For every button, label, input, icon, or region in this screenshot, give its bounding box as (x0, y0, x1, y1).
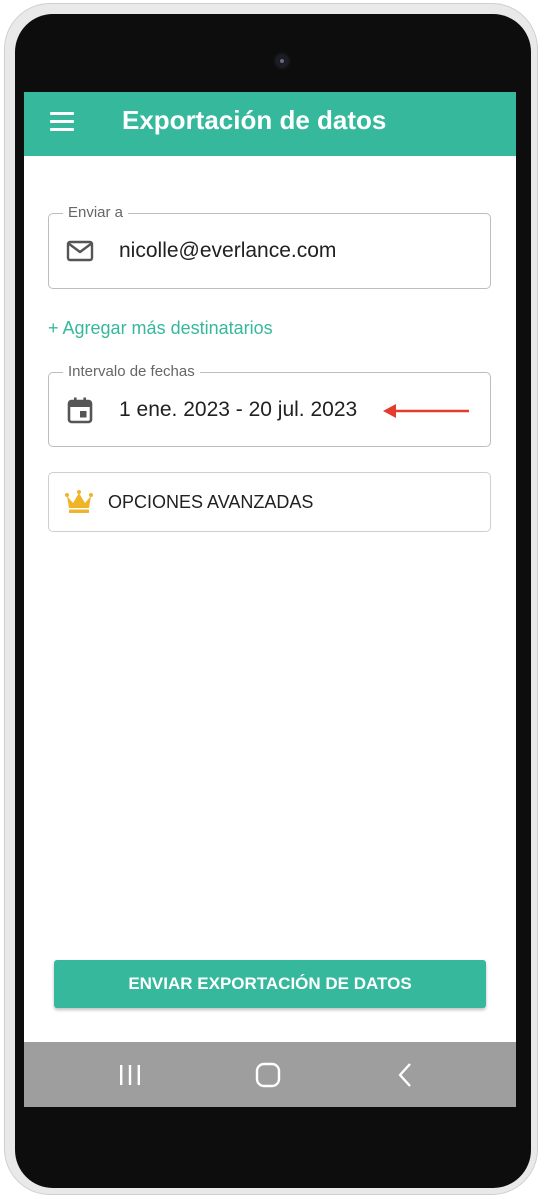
date-range-label: Intervalo de fechas (63, 362, 200, 382)
send-to-label: Enviar a (63, 203, 129, 223)
home-icon[interactable] (253, 1060, 283, 1090)
app-bar: Exportación de datos (24, 92, 516, 156)
advanced-options-button[interactable]: OPCIONES AVANZADAS (48, 472, 491, 532)
annotation-arrow-icon (383, 404, 469, 418)
send-export-button[interactable]: ENVIAR EXPORTACIÓN DE DATOS (54, 960, 486, 1008)
front-camera (275, 54, 289, 68)
menu-icon[interactable] (48, 109, 76, 135)
app-screen: Exportación de datos Enviar a nicolle@ev… (24, 92, 516, 1107)
date-range-value: 1 ene. 2023 - 20 jul. 2023 (119, 398, 358, 421)
calendar-icon (67, 397, 93, 424)
crown-icon (65, 490, 93, 513)
date-range-field[interactable]: Intervalo de fechas 1 ene. 2023 - 20 jul… (48, 362, 491, 447)
back-icon[interactable] (391, 1060, 421, 1090)
page-title: Exportación de datos (122, 105, 387, 135)
advanced-options-label: OPCIONES AVANZADAS (108, 492, 314, 512)
recents-icon[interactable] (115, 1060, 145, 1090)
mail-icon (66, 240, 94, 262)
system-nav-bar (24, 1042, 516, 1107)
add-recipients-link[interactable]: + Agregar más destinatarios (48, 316, 273, 340)
send-to-field[interactable]: Enviar a nicolle@everlance.com (48, 203, 491, 289)
send-to-value: nicolle@everlance.com (119, 239, 337, 262)
